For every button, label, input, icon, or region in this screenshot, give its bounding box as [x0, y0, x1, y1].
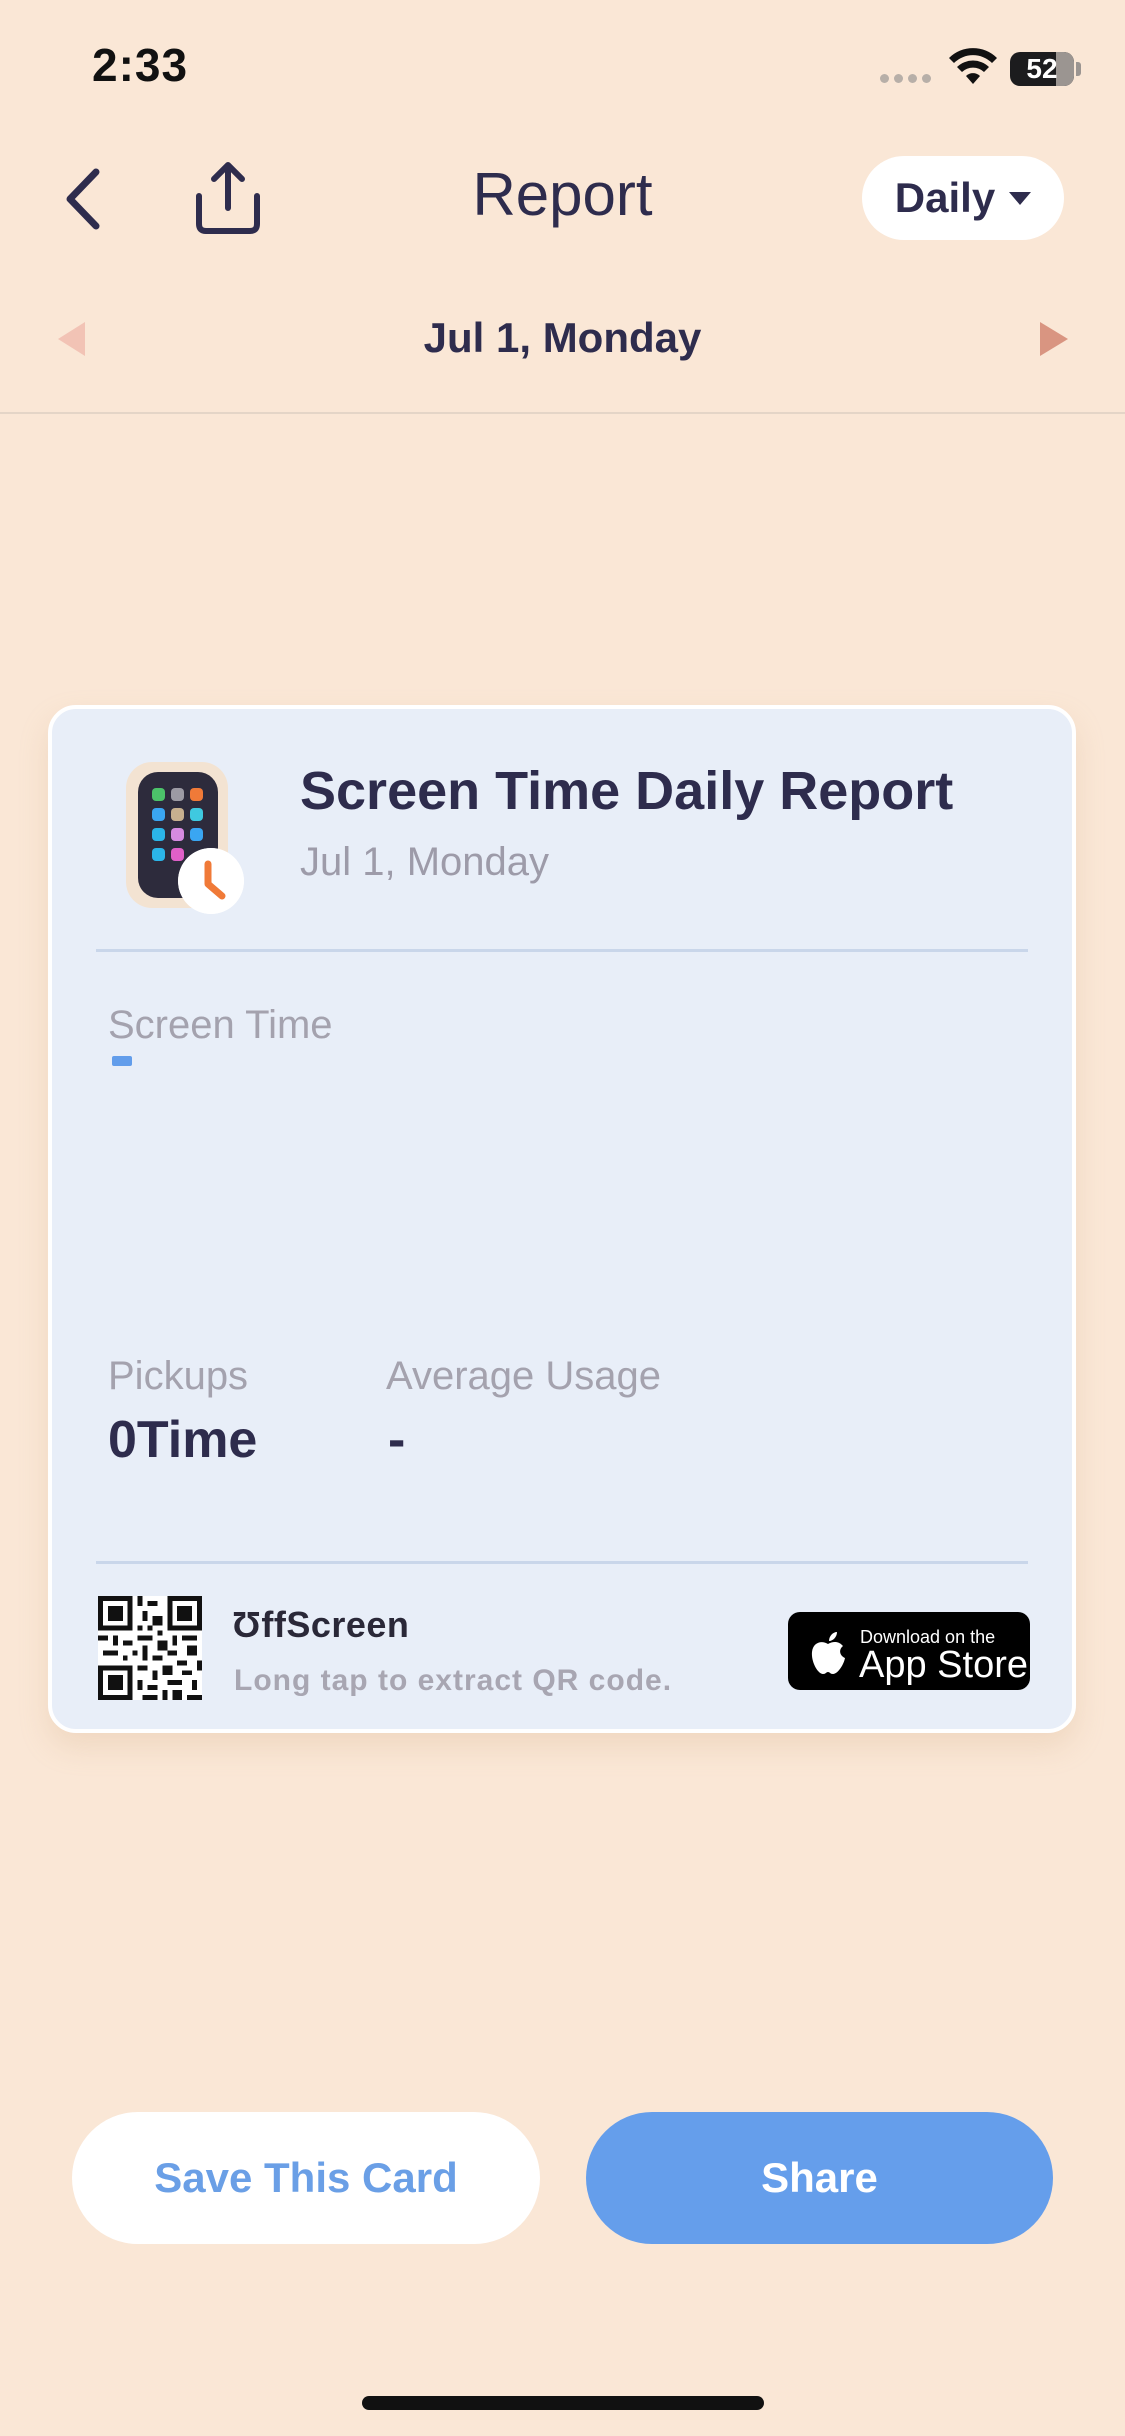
- battery-percent: 52: [1026, 53, 1058, 84]
- screen-time-bar: [112, 1056, 132, 1066]
- clock-icon: [178, 848, 244, 914]
- wifi-icon: [949, 48, 997, 84]
- period-dropdown[interactable]: Daily: [862, 156, 1064, 240]
- card-divider-top: [96, 949, 1028, 952]
- qr-hint: Long tap to extract QR code.: [234, 1664, 673, 1697]
- period-label: Daily: [894, 174, 996, 221]
- pickups-value: 0Time: [108, 1411, 258, 1469]
- qr-code-icon[interactable]: [98, 1596, 202, 1700]
- brand-logo-text: ƱffScreen: [232, 1604, 410, 1645]
- status-time: 2:33: [92, 39, 189, 91]
- save-card-button[interactable]: Save This Card: [72, 2112, 540, 2244]
- card-subtitle: Jul 1, Monday: [300, 840, 550, 884]
- caret-down-icon: [1009, 191, 1032, 205]
- triangle-right-icon[interactable]: [1040, 322, 1068, 356]
- average-usage-label: Average Usage: [386, 1354, 661, 1398]
- screen-time-label: Screen Time: [108, 1003, 333, 1047]
- share-button[interactable]: Share: [586, 2112, 1053, 2244]
- cellular-signal-icon: [880, 74, 931, 83]
- date-label: Jul 1, Monday: [423, 314, 702, 361]
- apple-logo-icon: [811, 1632, 845, 1674]
- battery-icon: 52: [1010, 52, 1074, 86]
- home-indicator[interactable]: [362, 2396, 764, 2410]
- card-title: Screen Time Daily Report: [300, 761, 954, 821]
- card-divider-bottom: [96, 1561, 1028, 1564]
- app-store-big-text: App Store: [859, 1644, 1028, 1686]
- battery-tip: [1076, 62, 1081, 76]
- average-usage-value: -: [388, 1411, 406, 1469]
- header-divider: [0, 412, 1125, 414]
- pickups-label: Pickups: [108, 1354, 249, 1398]
